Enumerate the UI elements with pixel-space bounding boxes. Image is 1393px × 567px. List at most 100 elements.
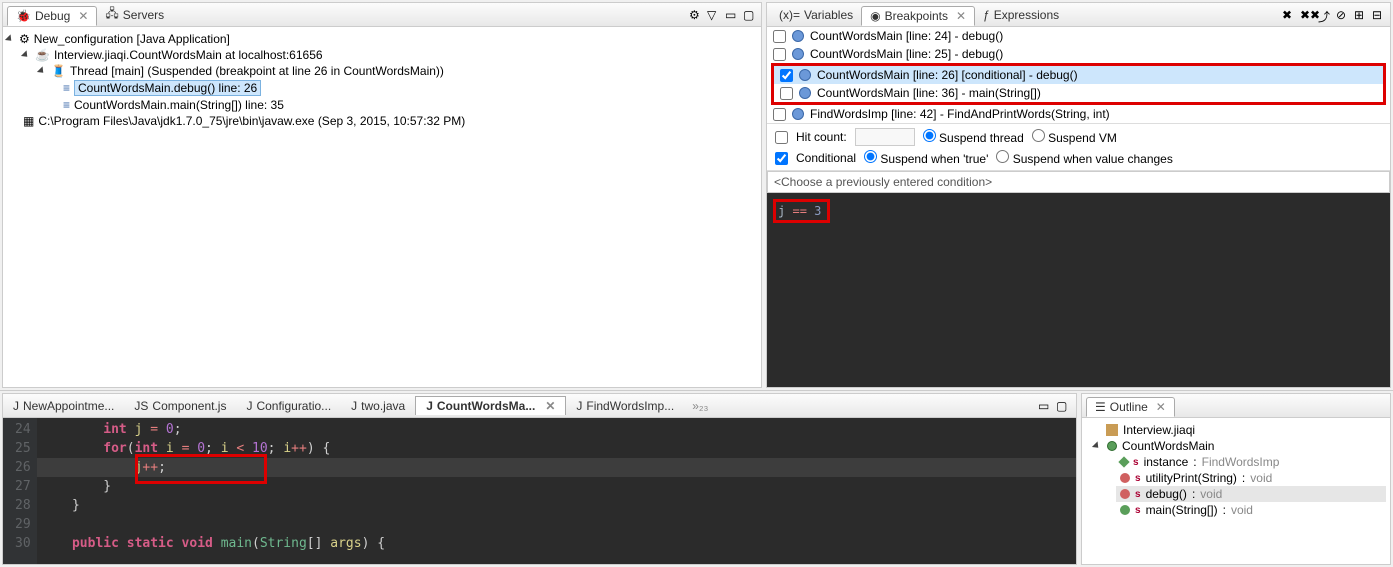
outline-member[interactable]: smain(String[]) : void: [1116, 502, 1386, 518]
more-tabs[interactable]: »₂₃: [692, 399, 708, 413]
suspend-true-radio[interactable]: Suspend when 'true': [864, 150, 988, 166]
breakpoint-row[interactable]: CountWordsMain [line: 25] - debug(): [767, 45, 1390, 63]
outline-member[interactable]: sutilityPrint(String) : void: [1116, 470, 1386, 486]
editor-tab[interactable]: JConfiguratio...: [236, 397, 341, 415]
outline-tree: Interview.jiaqi CountWordsMain sinstance…: [1082, 418, 1390, 564]
breakpoint-row[interactable]: FindWordsImp [line: 42] - FindAndPrintWo…: [767, 105, 1390, 123]
breakpoint-checkbox[interactable]: [773, 48, 786, 61]
java-file-icon: J: [13, 399, 19, 413]
outline-panel: ☰Outline✕ Interview.jiaqi CountWordsMain…: [1081, 393, 1391, 565]
twisty-icon[interactable]: [1092, 441, 1101, 450]
editor-tab[interactable]: JSComponent.js: [124, 397, 236, 415]
breakpoint-row[interactable]: CountWordsMain [line: 24] - debug(): [767, 27, 1390, 45]
previous-condition-dropdown[interactable]: <Choose a previously entered condition>: [767, 171, 1390, 193]
outline-member-selected[interactable]: sdebug() : void: [1116, 486, 1386, 502]
conditional-checkbox[interactable]: [775, 152, 788, 165]
stackframe-2[interactable]: CountWordsMain.main(String[]) line: 35: [74, 98, 284, 112]
tab-variables-label: Variables: [804, 8, 853, 22]
tab-breakpoints[interactable]: ◉Breakpoints✕: [861, 6, 975, 26]
goto-icon[interactable]: ⤴: [1318, 8, 1332, 22]
collapse-icon[interactable]: ⊟: [1372, 8, 1386, 22]
servers-icon: 🖧: [105, 4, 118, 25]
breakpoint-row-selected[interactable]: CountWordsMain [line: 26] [conditional] …: [774, 66, 1383, 84]
static-decorator-icon: s: [1135, 489, 1141, 500]
breakpoint-label: CountWordsMain [line: 26] [conditional] …: [817, 68, 1078, 82]
minimize-icon[interactable]: ▭: [1038, 399, 1052, 413]
thread-icon: 🧵: [51, 64, 66, 78]
runtime-icon: ▦: [23, 114, 34, 128]
runtime-label[interactable]: C:\Program Files\Java\jdk1.7.0_75\jre\bi…: [38, 114, 465, 128]
breakpoint-checkbox[interactable]: [773, 108, 786, 121]
breakpoint-checkbox[interactable]: [780, 69, 793, 82]
close-icon[interactable]: ✕: [1156, 400, 1166, 414]
condition-var: j: [778, 204, 785, 218]
close-icon[interactable]: ✕: [78, 9, 88, 23]
java-file-icon: J: [246, 399, 252, 413]
code-content[interactable]: int j = 0; for(int i = 0; i < 10; i++) {…: [37, 418, 1076, 564]
js-file-icon: JS: [134, 399, 148, 413]
method-icon: [1120, 505, 1130, 515]
outline-tabstrip: ☰Outline✕: [1082, 394, 1390, 418]
method-icon: [1120, 473, 1130, 483]
breakpoint-checkbox[interactable]: [780, 87, 793, 100]
code-editor[interactable]: 24 25 26 27 28 29 30 int j = 0; for(int …: [3, 418, 1076, 564]
breakpoint-label: CountWordsMain [line: 25] - debug(): [810, 47, 1003, 61]
twisty-icon[interactable]: [37, 66, 46, 75]
suspend-vm-radio[interactable]: Suspend VM: [1032, 129, 1117, 145]
tab-servers[interactable]: 🖧 Servers: [97, 2, 172, 27]
skip-icon[interactable]: ⊘: [1336, 8, 1350, 22]
breakpoint-row[interactable]: CountWordsMain [line: 36] - main(String[…: [774, 84, 1383, 102]
thread-label[interactable]: Thread [main] (Suspended (breakpoint at …: [70, 64, 444, 78]
close-icon[interactable]: ✕: [956, 9, 966, 23]
suspend-thread-radio[interactable]: Suspend thread: [923, 129, 1024, 145]
java-file-icon: J: [576, 399, 582, 413]
breakpoint-icon: [792, 108, 804, 120]
tab-variables[interactable]: (x)=Variables: [771, 6, 861, 24]
breakpoint-icon: [792, 48, 804, 60]
editor-tab[interactable]: Jtwo.java: [341, 397, 415, 415]
method-icon: [1120, 489, 1130, 499]
tab-outline[interactable]: ☰Outline✕: [1086, 397, 1175, 417]
twisty-icon[interactable]: [5, 34, 14, 43]
static-decorator-icon: s: [1135, 473, 1141, 484]
breakpoints-icon: ◉: [870, 9, 880, 23]
process-label[interactable]: Interview.jiaqi.CountWordsMain at localh…: [54, 48, 323, 62]
outline-icon: ☰: [1095, 400, 1106, 414]
editor-tab[interactable]: JFindWordsImp...: [566, 397, 684, 415]
conditional-label: Conditional: [796, 151, 856, 165]
remove-icon[interactable]: ✖: [1282, 8, 1296, 22]
outline-class[interactable]: CountWordsMain: [1090, 438, 1386, 454]
minimize-icon[interactable]: ▭: [725, 8, 739, 22]
expand-icon[interactable]: ⊞: [1354, 8, 1368, 22]
stackframe-1[interactable]: CountWordsMain.debug() line: 26: [74, 80, 261, 96]
hit-count-checkbox[interactable]: [775, 131, 788, 144]
outline-member[interactable]: sinstance : FindWordsImp: [1116, 454, 1386, 470]
twisty-icon[interactable]: [21, 50, 30, 59]
tab-debug[interactable]: 🐞 Debug ✕: [7, 6, 97, 26]
breakpoint-checkbox[interactable]: [773, 30, 786, 43]
breakpoint-label: CountWordsMain [line: 24] - debug(): [810, 29, 1003, 43]
condition-editor[interactable]: j == 3: [767, 193, 1390, 387]
debug-tabstrip: 🐞 Debug ✕ 🖧 Servers ⚙ ▽ ▭ ▢: [3, 3, 761, 27]
static-decorator-icon: s: [1135, 505, 1141, 516]
breakpoint-label: CountWordsMain [line: 36] - main(String[…: [817, 86, 1041, 100]
remove-all-icon[interactable]: ✖✖: [1300, 8, 1314, 22]
debug-toolbar-icon[interactable]: ⚙: [689, 8, 703, 22]
launch-config-label[interactable]: New_configuration [Java Application]: [34, 32, 230, 46]
tab-expressions[interactable]: ƒExpressions: [975, 6, 1067, 24]
outline-package[interactable]: Interview.jiaqi: [1102, 422, 1386, 438]
debug-panel: 🐞 Debug ✕ 🖧 Servers ⚙ ▽ ▭ ▢ ⚙ New_configu…: [2, 2, 762, 388]
suspend-change-radio[interactable]: Suspend when value changes: [996, 150, 1172, 166]
breakpoints-list: CountWordsMain [line: 24] - debug() Coun…: [767, 27, 1390, 123]
breakpoint-icon: [799, 69, 811, 81]
maximize-icon[interactable]: ▢: [743, 8, 757, 22]
editor-tab-active[interactable]: JCountWordsMa...✕: [415, 396, 566, 415]
view-menu-icon[interactable]: ▽: [707, 8, 721, 22]
stackframe-icon: ≡: [63, 98, 70, 112]
editor-tab[interactable]: JNewAppointme...: [3, 397, 124, 415]
close-icon[interactable]: ✕: [545, 399, 555, 413]
debug-icon: 🐞: [16, 9, 31, 23]
maximize-icon[interactable]: ▢: [1056, 399, 1070, 413]
hit-count-input[interactable]: [855, 128, 915, 146]
tab-debug-label: Debug: [35, 9, 70, 23]
